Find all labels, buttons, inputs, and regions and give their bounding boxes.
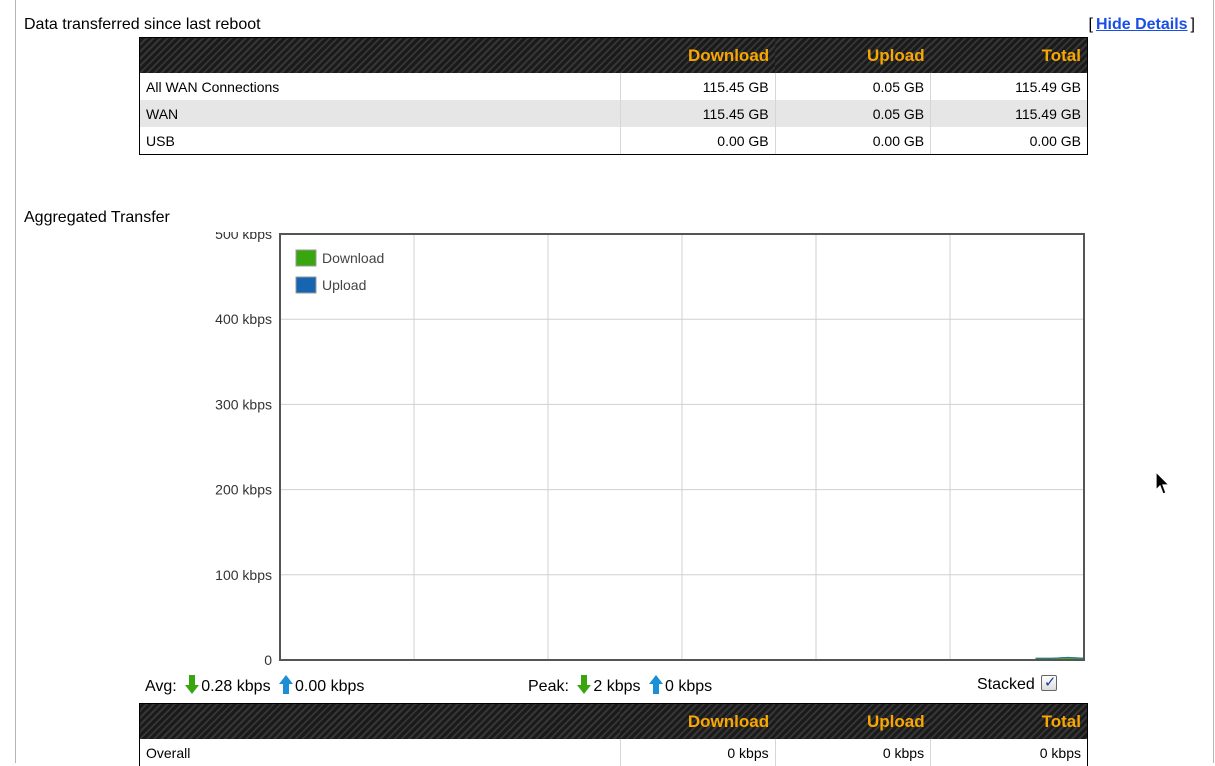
- details-toggle: [Hide Details]: [1089, 16, 1196, 34]
- legend-label-upload: Upload: [322, 277, 366, 293]
- table-row: USB 0.00 GB 0.00 GB 0.00 GB: [139, 127, 1088, 155]
- transfer-section-title: Data transferred since last reboot: [24, 16, 261, 33]
- legend-swatch-download: [295, 249, 317, 267]
- current-rate-table: Download Upload Total Overall 0 kbps 0 k…: [139, 703, 1088, 766]
- y-tick-label: 500 kbps: [215, 232, 272, 242]
- header-upload: Upload: [775, 703, 931, 739]
- series-area-upload: [1036, 656, 1085, 659]
- stacked-label: Stacked: [977, 676, 1035, 693]
- peak-label: Peak:: [528, 678, 569, 695]
- download-arrow-icon: [185, 675, 200, 694]
- header-total: Total: [930, 703, 1088, 739]
- row-download: 115.45 GB: [620, 73, 776, 100]
- frame-left-border: [15, 0, 16, 763]
- mouse-cursor-icon: [1155, 471, 1171, 495]
- download-arrow-icon: [577, 675, 592, 694]
- peak-stats: Peak: 2 kbps 0 kbps: [528, 675, 712, 696]
- stacked-toggle[interactable]: Stacked ✓: [977, 674, 1057, 694]
- header-download: Download: [620, 37, 776, 73]
- stacked-checkbox[interactable]: ✓: [1040, 674, 1057, 691]
- y-tick-label: 0: [264, 652, 272, 666]
- row-name: WAN: [139, 100, 622, 127]
- row-download: 0 kbps: [620, 739, 776, 766]
- row-name: Overall: [139, 739, 621, 766]
- chart-grid: 0 100 kbps 200 kbps 300 kbps 400 kbps 500 kbp…: [215, 232, 1084, 666]
- table-header-row: Download Upload Total: [139, 703, 1088, 739]
- peak-download-value: 2 kbps: [593, 678, 641, 695]
- legend-label-download: Download: [322, 250, 384, 266]
- table-row: WAN 115.45 GB 0.05 GB 115.49 GB: [139, 100, 1088, 127]
- transfer-table: Download Upload Total All WAN Connection…: [139, 37, 1088, 155]
- upload-arrow-icon: [279, 675, 294, 694]
- row-total: 115.49 GB: [930, 100, 1088, 127]
- table-header-row: Download Upload Total: [139, 37, 1088, 73]
- row-total: 0 kbps: [1039, 744, 1081, 761]
- avg-upload-value: 0.00 kbps: [295, 678, 365, 695]
- peak-upload-value: 0 kbps: [664, 678, 713, 695]
- row-upload: 0.00 GB: [775, 127, 932, 155]
- row-upload: 0.05 GB: [775, 100, 932, 127]
- header-name: [139, 703, 621, 739]
- header-total: Total: [930, 37, 1088, 73]
- bracket-open: [: [1088, 16, 1093, 33]
- table-row: Overall 0 kbps 0 kbps 0 kbps: [139, 739, 1088, 766]
- row-total: 0.00 GB: [930, 127, 1088, 155]
- bracket-close: ]: [1190, 16, 1195, 33]
- header-upload: Upload: [775, 37, 931, 73]
- hide-details-link[interactable]: Hide Details: [1096, 16, 1188, 33]
- legend-swatch-upload: [295, 276, 317, 294]
- header-name: [139, 37, 621, 73]
- header-download: Download: [620, 703, 776, 739]
- frame-right-border: [1213, 0, 1214, 763]
- y-tick-label: 400 kbps: [215, 311, 272, 327]
- row-download: 0.00 GB: [620, 127, 776, 155]
- row-download: 115.45 GB: [620, 100, 776, 127]
- row-name: USB: [139, 127, 622, 155]
- row-total: 115.49 GB: [1015, 78, 1081, 95]
- avg-label: Avg:: [145, 678, 177, 695]
- chart-svg: 0 100 kbps 200 kbps 300 kbps 400 kbps 500 kbp…: [215, 232, 1085, 666]
- y-tick-label: 100 kbps: [215, 567, 272, 583]
- aggregated-transfer-chart: 0 100 kbps 200 kbps 300 kbps 400 kbps 500 kbp…: [180, 232, 1090, 666]
- checkmark-icon: ✓: [1043, 674, 1057, 691]
- y-tick-label: 300 kbps: [215, 396, 272, 412]
- row-upload: 0.05 GB: [775, 73, 932, 100]
- average-stats: Avg: 0.28 kbps 0.00 kbps: [145, 675, 364, 696]
- table-row: All WAN Connections 115.45 GB 0.05 GB 11…: [139, 73, 1088, 100]
- chart-legend: Download Upload: [295, 249, 384, 294]
- upload-arrow-icon: [648, 675, 663, 694]
- row-name: All WAN Connections: [139, 73, 622, 100]
- avg-download-value: 0.28 kbps: [201, 678, 271, 695]
- aggregated-transfer-title: Aggregated Transfer: [24, 209, 170, 226]
- y-tick-label: 200 kbps: [215, 482, 272, 498]
- row-upload: 0 kbps: [775, 739, 932, 766]
